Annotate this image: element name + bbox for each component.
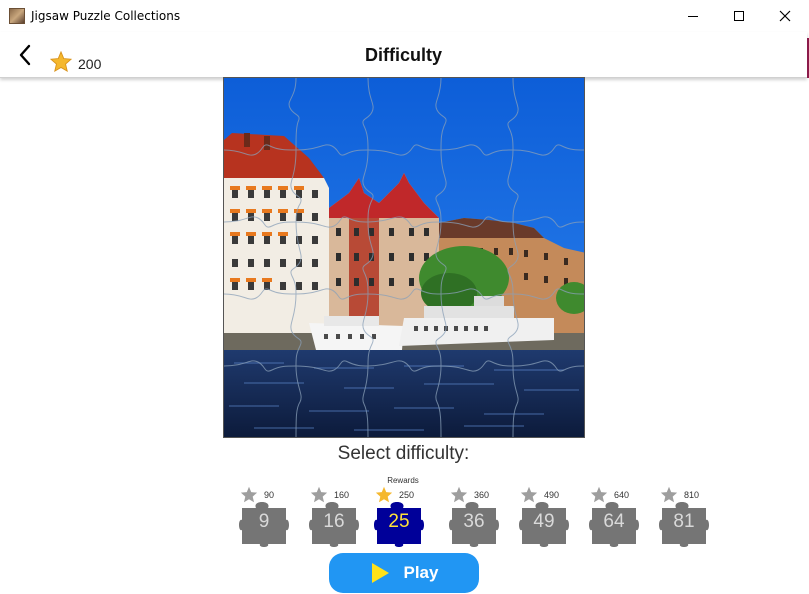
piece-count: 49	[533, 511, 555, 532]
reward-points: 490	[544, 490, 560, 500]
rewards-label: Rewards	[387, 476, 419, 485]
minimize-button[interactable]	[670, 0, 716, 32]
star-icon	[240, 486, 258, 503]
close-button[interactable]	[762, 0, 808, 32]
star-icon	[520, 486, 538, 503]
difficulty-options: 90 9 160 16 Rewards 250 25 360 36 490 49…	[238, 474, 718, 550]
minimize-icon	[688, 15, 698, 17]
app-icon	[9, 8, 25, 24]
star-icon	[590, 486, 608, 503]
piece-count: 9	[258, 511, 270, 532]
piece-count: 64	[603, 511, 625, 532]
difficulty-option-64[interactable]: 640 64	[588, 474, 640, 550]
reward-points: 160	[334, 490, 350, 500]
app-header: 200 Difficulty	[0, 32, 807, 78]
piece-count: 25	[388, 511, 410, 532]
maximize-icon	[734, 11, 744, 21]
star-icon	[660, 486, 678, 503]
difficulty-option-16[interactable]: 160 16	[308, 474, 360, 550]
difficulty-option-25[interactable]: Rewards 250 25	[373, 474, 425, 550]
select-difficulty-label: Select difficulty:	[337, 443, 470, 464]
window-titlebar: Jigsaw Puzzle Collections	[0, 0, 809, 32]
reward-points: 90	[264, 490, 275, 500]
play-label: Play	[403, 563, 439, 582]
difficulty-option-9[interactable]: 90 9	[238, 474, 290, 550]
reward-points: 360	[474, 490, 490, 500]
reward-points: 250	[399, 490, 415, 500]
difficulty-option-49[interactable]: 490 49	[518, 474, 570, 550]
play-button[interactable]: Play	[329, 553, 479, 593]
page-title: Difficulty	[364, 45, 442, 65]
star-icon	[450, 486, 468, 503]
piece-count: 81	[673, 511, 695, 532]
star-icon	[375, 486, 393, 503]
window-title: Jigsaw Puzzle Collections	[31, 9, 181, 23]
star-icon	[310, 486, 328, 503]
piece-count: 36	[463, 511, 485, 532]
play-icon	[371, 563, 389, 583]
puzzle-preview-image	[223, 77, 585, 438]
reward-points: 640	[614, 490, 630, 500]
piece-count: 16	[323, 511, 345, 532]
difficulty-option-81[interactable]: 810 81	[658, 474, 710, 550]
close-icon	[779, 10, 791, 22]
maximize-button[interactable]	[716, 0, 762, 32]
difficulty-option-36[interactable]: 360 36	[448, 474, 500, 550]
reward-points: 810	[684, 490, 700, 500]
